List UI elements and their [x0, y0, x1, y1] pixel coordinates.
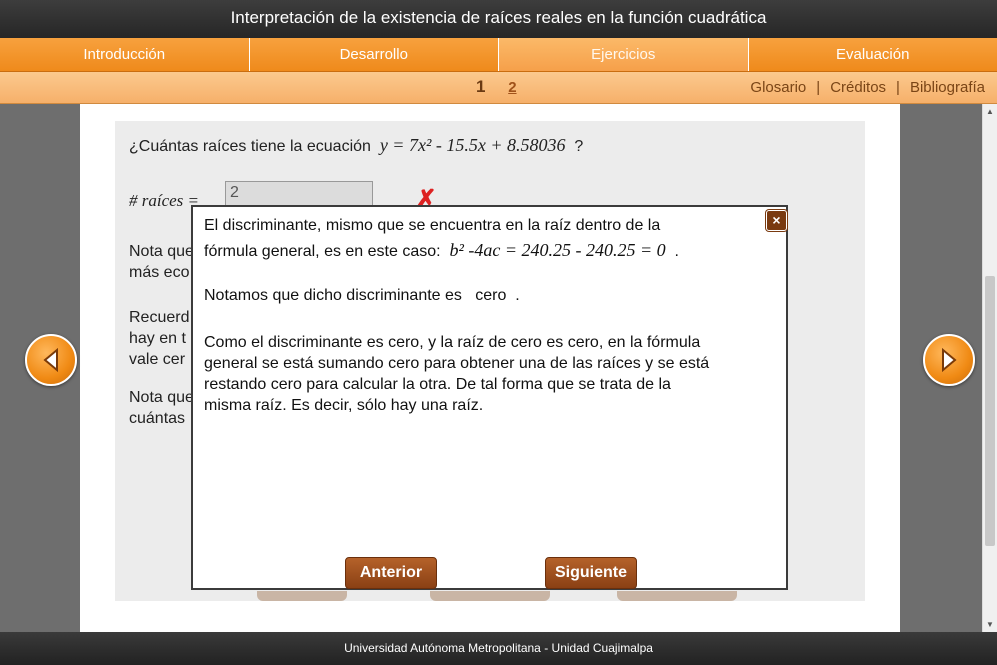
previous-page-button[interactable]: [25, 334, 77, 386]
note-line: Recuerd: [129, 309, 190, 326]
glosario-link[interactable]: Glosario: [750, 79, 806, 96]
tab-ejercicios[interactable]: Ejercicios: [499, 38, 749, 71]
arrow-right-icon: [942, 348, 957, 372]
page-1-current: 1: [476, 77, 486, 96]
page-2-link[interactable]: 2: [508, 79, 516, 96]
scroll-thumb[interactable]: [985, 276, 995, 546]
note-text-1: Nota que más eco: [129, 241, 194, 283]
anterior-button[interactable]: Anterior: [345, 557, 437, 589]
question-prefix: ¿Cuántas raíces tiene la ecuación: [129, 138, 371, 155]
resource-links: Glosario | Créditos | Bibliografía: [750, 79, 985, 96]
tab-evaluacion[interactable]: Evaluación: [749, 38, 997, 71]
window-title: Interpretación de la existencia de raíce…: [0, 0, 997, 38]
modal-paragraph-3-line-4: misma raíz. Es decir, sólo hay una raíz.: [204, 397, 484, 414]
discriminant-formula: b² -4ac = 240.25 - 240.25 = 0: [449, 240, 666, 260]
tab-desarrollo[interactable]: Desarrollo: [250, 38, 499, 71]
question-suffix: ?: [574, 138, 584, 155]
modal-paragraph-2: Notamos que dicho discriminante es cero …: [204, 285, 520, 306]
period: .: [674, 243, 679, 260]
hidden-button-2: [430, 591, 550, 601]
modal-paragraph-3-line-1: Como el discriminante es cero, y la raíz…: [204, 334, 701, 351]
scroll-down-icon[interactable]: ▼: [986, 620, 994, 629]
scroll-up-icon[interactable]: ▲: [986, 107, 994, 116]
modal-paragraph-1-line-1: El discriminante, mismo que se encuentra…: [204, 217, 661, 234]
formula-intro: fórmula general, es en este caso:: [204, 243, 441, 260]
close-icon[interactable]: ×: [766, 210, 787, 231]
separator: |: [816, 79, 821, 96]
reminder-text: Recuerd hay en t vale cer: [129, 307, 194, 370]
period: .: [515, 287, 520, 304]
roots-input[interactable]: 2: [225, 181, 373, 207]
note-text-2: Nota que cuántas: [129, 387, 194, 429]
next-page-button[interactable]: [923, 334, 975, 386]
sub-navigation: 1 2 Glosario | Créditos | Bibliografía: [0, 72, 997, 104]
footer: Universidad Autónoma Metropolitana - Uni…: [0, 632, 997, 665]
hidden-button-1: [257, 591, 347, 601]
note-line: hay en t: [129, 330, 186, 347]
question-text: ¿Cuántas raíces tiene la ecuación y = 7x…: [129, 135, 583, 156]
bibliografia-link[interactable]: Bibliografía: [910, 79, 985, 96]
note-line: vale cer: [129, 351, 186, 368]
arrow-left-icon: [43, 348, 58, 372]
modal-paragraph-3-line-3: restando cero para calcular la otra. De …: [204, 376, 671, 393]
siguiente-button[interactable]: Siguiente: [545, 557, 637, 589]
tab-introduccion[interactable]: Introducción: [0, 38, 250, 71]
discriminant-note: Notamos que dicho discriminante es: [204, 287, 462, 304]
vertical-scrollbar[interactable]: ▲ ▼: [982, 104, 997, 632]
main-nav: Introducción Desarrollo Ejercicios Evalu…: [0, 38, 997, 72]
separator: |: [896, 79, 900, 96]
feedback-dialog: × El discriminante, mismo que se encuent…: [191, 205, 788, 590]
note-line: cuántas: [129, 410, 186, 427]
modal-paragraph-3-line-2: general se está sumando cero para obtene…: [204, 355, 710, 372]
discriminant-value: cero: [475, 287, 507, 304]
note-line: Nota que: [129, 243, 194, 260]
hidden-button-3: [617, 591, 737, 601]
pagination: 1 2: [476, 77, 535, 97]
roots-label: # raíces =: [129, 191, 200, 210]
equation: y = 7x² - 15.5x + 8.58036: [379, 135, 566, 155]
modal-paragraph-1-line-2: fórmula general, es en este caso: b² -4a…: [204, 240, 679, 262]
note-line: más eco: [129, 264, 190, 281]
creditos-link[interactable]: Créditos: [830, 79, 886, 96]
note-line: Nota que: [129, 389, 194, 406]
